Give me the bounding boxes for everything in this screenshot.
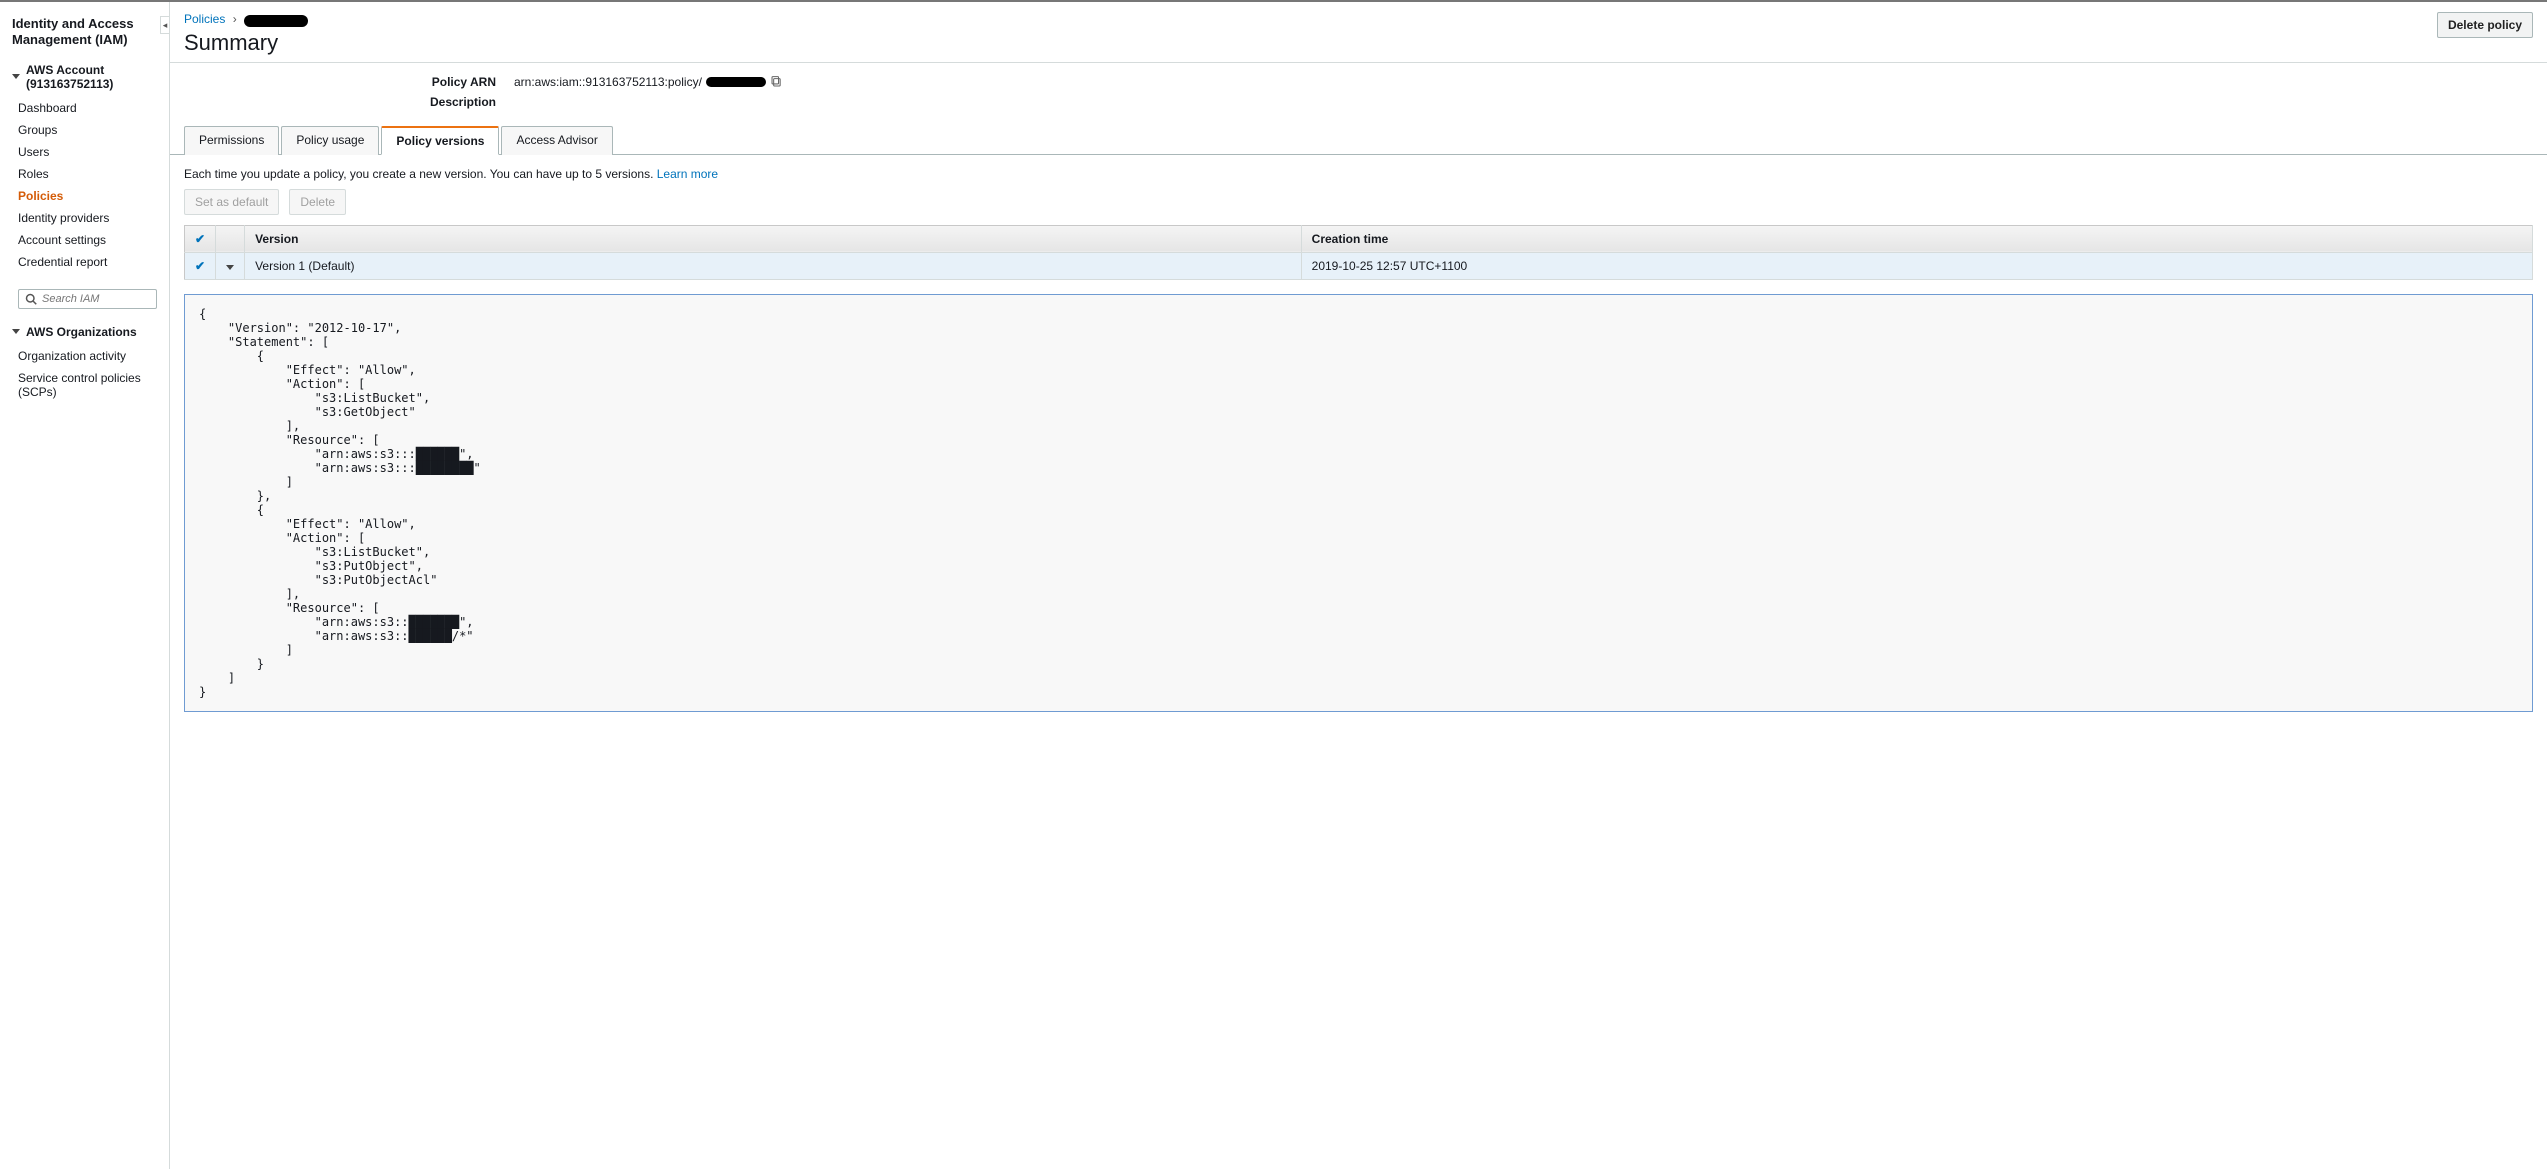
sidebar-section-orgs-label: AWS Organizations [26, 325, 137, 339]
sidebar-collapse-toggle[interactable]: ◂ [160, 16, 170, 34]
caret-down-icon [226, 265, 234, 270]
arn-text: arn:aws:iam::913163752113:policy/ [514, 75, 702, 89]
col-select-header[interactable]: ✔ [185, 225, 216, 252]
policy-metadata: Policy ARN arn:aws:iam::913163752113:pol… [170, 63, 2547, 125]
sidebar-item-users[interactable]: Users [0, 141, 169, 163]
learn-more-link[interactable]: Learn more [657, 167, 718, 181]
caret-down-icon [12, 329, 20, 334]
row-creation-cell: 2019-10-25 12:57 UTC+1100 [1301, 252, 2532, 279]
sidebar-section-orgs[interactable]: AWS Organizations [0, 321, 169, 343]
table-row[interactable]: ✔ Version 1 (Default) 2019-10-25 12:57 U… [185, 252, 2533, 279]
tab-bar: Permissions Policy usage Policy versions… [170, 125, 2547, 155]
delete-policy-button[interactable]: Delete policy [2437, 12, 2533, 38]
sidebar-section-account-label: AWS Account (913163752113) [26, 63, 157, 91]
redacted-arn-suffix [706, 77, 766, 87]
tab-panel-policy-versions: Each time you update a policy, you creat… [170, 155, 2547, 732]
col-expand-header [216, 225, 245, 252]
versions-info-span: Each time you update a policy, you creat… [184, 167, 657, 181]
search-icon [25, 293, 37, 305]
caret-down-icon [12, 74, 20, 79]
sidebar-item-identity-providers[interactable]: Identity providers [0, 207, 169, 229]
sidebar-search-input[interactable] [42, 293, 150, 305]
sidebar-item-account-settings[interactable]: Account settings [0, 229, 169, 251]
sidebar-item-scps[interactable]: Service control policies (SCPs) [0, 367, 169, 403]
col-version-header: Version [245, 225, 1302, 252]
sidebar-section-account[interactable]: AWS Account (913163752113) [0, 59, 169, 95]
copy-icon[interactable] [770, 75, 783, 88]
row-version-cell: Version 1 (Default) [245, 252, 1302, 279]
sidebar-search[interactable] [18, 289, 157, 309]
tab-policy-usage[interactable]: Policy usage [281, 126, 379, 155]
sidebar-item-dashboard[interactable]: Dashboard [0, 97, 169, 119]
redacted-policy-name [244, 15, 308, 27]
delete-version-button[interactable]: Delete [289, 189, 346, 215]
versions-action-row: Set as default Delete [184, 189, 2533, 215]
sidebar-org-list: Organization activity Service control po… [0, 343, 169, 413]
tab-permissions[interactable]: Permissions [184, 126, 279, 155]
topbar: Policies › Summary Delete policy [170, 2, 2547, 63]
main-content: Policies › Summary Delete policy Policy … [170, 2, 2547, 1169]
arn-label: Policy ARN [184, 75, 514, 89]
breadcrumb-current [244, 13, 308, 27]
tab-access-advisor[interactable]: Access Advisor [501, 126, 612, 155]
policy-json-viewer: { "Version": "2012-10-17", "Statement": … [184, 294, 2533, 712]
description-label: Description [184, 95, 514, 109]
sidebar-item-credential-report[interactable]: Credential report [0, 251, 169, 273]
sidebar-item-org-activity[interactable]: Organization activity [0, 345, 169, 367]
arn-value: arn:aws:iam::913163752113:policy/ [514, 75, 783, 89]
sidebar-item-policies[interactable]: Policies [0, 185, 169, 207]
sidebar-item-roles[interactable]: Roles [0, 163, 169, 185]
sidebar: ◂ Identity and Access Management (IAM) A… [0, 2, 170, 1169]
versions-info-text: Each time you update a policy, you creat… [184, 167, 2533, 181]
col-creation-header: Creation time [1301, 225, 2532, 252]
service-title: Identity and Access Management (IAM) [0, 12, 169, 59]
breadcrumb-root[interactable]: Policies [184, 12, 225, 26]
sidebar-item-groups[interactable]: Groups [0, 119, 169, 141]
set-as-default-button[interactable]: Set as default [184, 189, 279, 215]
tab-policy-versions[interactable]: Policy versions [381, 126, 499, 155]
breadcrumb-separator: › [233, 12, 237, 26]
row-select-cell[interactable]: ✔ [185, 252, 216, 279]
row-expand-toggle[interactable] [216, 252, 245, 279]
check-icon: ✔ [195, 259, 205, 273]
breadcrumb: Policies › [184, 12, 308, 27]
versions-table: ✔ Version Creation time ✔ Version 1 (Def… [184, 225, 2533, 280]
sidebar-nav-list: Dashboard Groups Users Roles Policies Id… [0, 95, 169, 283]
page-title: Summary [184, 30, 308, 56]
check-icon: ✔ [195, 232, 205, 246]
